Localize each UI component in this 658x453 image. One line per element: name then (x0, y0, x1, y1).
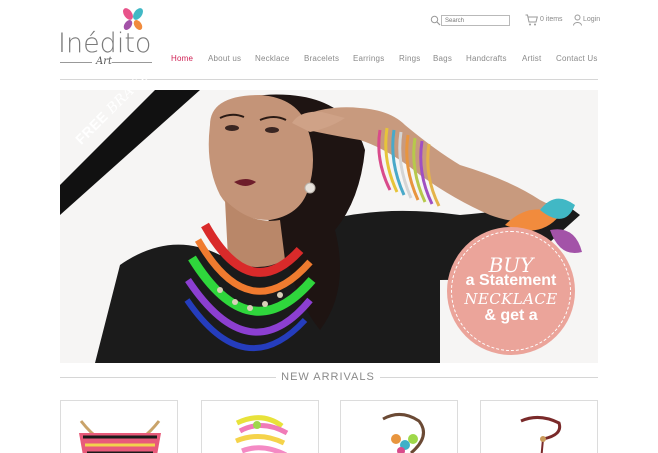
cart-icon[interactable] (525, 14, 538, 26)
logo-sub: Art (96, 56, 113, 67)
nav-contact-us[interactable]: Contact Us (556, 54, 598, 63)
nav-handcrafts[interactable]: Handcrafts (466, 54, 507, 63)
product-card[interactable] (60, 400, 178, 453)
product-card[interactable] (480, 400, 598, 453)
badge-line-3: NECKLACE (464, 290, 558, 308)
product-bracelet-neon-image (235, 415, 289, 453)
nav-bracelets[interactable]: Bracelets (304, 54, 339, 63)
nav-earrings[interactable]: Earrings (353, 54, 384, 63)
badge-line-2: a Statement (465, 272, 557, 289)
badge-line-4: & get a (484, 307, 538, 324)
nav-rings[interactable]: Rings (399, 54, 420, 63)
product-card[interactable] (340, 400, 458, 453)
nav-home[interactable]: Home (171, 54, 193, 63)
product-card[interactable] (201, 400, 319, 453)
nav-necklace[interactable]: Necklace (255, 54, 290, 63)
product-necklace-beads-image (382, 413, 425, 453)
nav-bags[interactable]: Bags (433, 54, 452, 63)
search-input[interactable]: Search (441, 15, 510, 26)
product-necklace-bib-image (79, 420, 161, 453)
nav-artist[interactable]: Artist (522, 54, 541, 63)
user-icon[interactable] (573, 14, 582, 26)
new-arrivals-title: NEW ARRIVALS (281, 371, 375, 383)
product-necklace-cord-image (520, 416, 562, 453)
cart-count[interactable]: 0 items (540, 16, 563, 23)
arrivals-rule-right (380, 377, 598, 378)
arrivals-rule-left (60, 377, 276, 378)
nav-about-us[interactable]: About us (208, 54, 241, 63)
search-icon[interactable] (430, 15, 441, 26)
login-link[interactable]: Login (583, 16, 600, 23)
logo-rule-left (60, 62, 92, 63)
site-logo[interactable]: Inédito Art (58, 6, 158, 68)
logo-name: Inédito (58, 28, 152, 59)
